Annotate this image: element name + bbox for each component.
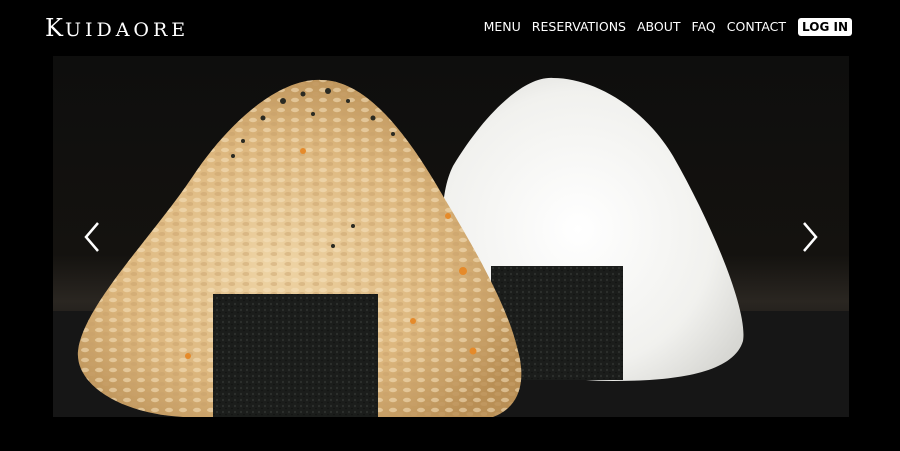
carousel-prev-button[interactable] xyxy=(78,219,108,255)
nav-faq-link[interactable]: FAQ xyxy=(692,18,716,36)
logo-initial: K xyxy=(45,14,65,42)
nav-about-link[interactable]: ABOUT xyxy=(637,18,681,36)
nav-reservations-link[interactable]: RESERVATIONS xyxy=(532,18,626,36)
chevron-right-icon xyxy=(803,222,818,252)
nav-contact-link[interactable]: CONTACT xyxy=(727,18,786,36)
site-header: KUIDAORE MENU RESERVATIONS ABOUT FAQ CON… xyxy=(0,0,900,56)
logo-text: UIDAORE xyxy=(64,19,190,41)
carousel-next-button[interactable] xyxy=(794,219,824,255)
hero-carousel xyxy=(53,56,849,417)
chevron-left-icon xyxy=(84,222,99,252)
nav-menu-link[interactable]: MENU xyxy=(484,18,521,36)
main-nav: MENU RESERVATIONS ABOUT FAQ CONTACT LOG … xyxy=(484,18,852,36)
hero-slide-image xyxy=(53,56,849,417)
login-button[interactable]: LOG IN xyxy=(798,18,852,36)
brand-logo[interactable]: KUIDAORE xyxy=(45,15,189,43)
